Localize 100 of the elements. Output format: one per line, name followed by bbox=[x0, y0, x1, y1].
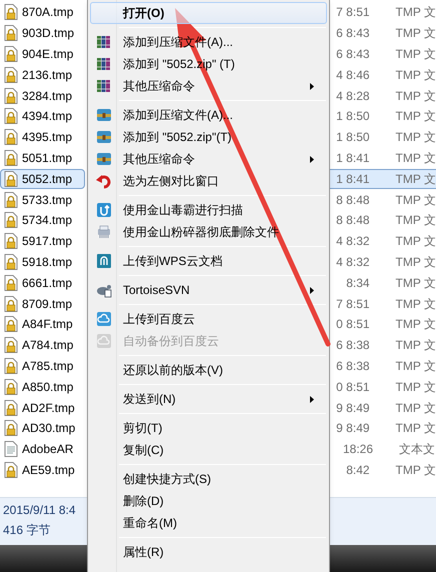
file-type: TMP 文 bbox=[396, 420, 436, 438]
file-name: 8709.tmp bbox=[22, 296, 72, 313]
status-date: 2015/9/11 8:4 bbox=[3, 502, 76, 519]
file-name: 870A.tmp bbox=[22, 4, 74, 22]
archive-box-icon bbox=[96, 107, 112, 123]
file-name: 3284.tmp bbox=[22, 88, 72, 105]
modified-time: 9 8:49 bbox=[335, 420, 370, 438]
locked-file-icon bbox=[4, 337, 18, 354]
file-name-cell[interactable]: 4395.tmp bbox=[0, 127, 85, 148]
modified-time: 6 8:38 bbox=[335, 337, 370, 354]
modified-time: 4 8:46 bbox=[335, 66, 370, 84]
menu-item[interactable]: 其他压缩命令 bbox=[90, 75, 327, 97]
locked-file-icon bbox=[4, 212, 18, 228]
file-name-cell[interactable]: A785.tmp bbox=[0, 356, 85, 376]
menu-item[interactable]: 删除(D) bbox=[90, 490, 327, 512]
file-type: TMP 文 bbox=[396, 129, 436, 146]
modified-time: 8 8:48 bbox=[335, 212, 370, 230]
file-name: 6661.tmp bbox=[22, 274, 72, 292]
file-name-cell[interactable]: A84F.tmp bbox=[0, 314, 85, 334]
file-name: 4394.tmp bbox=[22, 108, 72, 126]
file-type: TMP 文 bbox=[396, 316, 436, 334]
locked-file-icon bbox=[4, 88, 18, 104]
file-name-cell[interactable]: AdobeAR bbox=[0, 439, 85, 460]
file-type: TMP 文 bbox=[396, 108, 436, 126]
menu-item[interactable]: 发送到(N) bbox=[90, 388, 327, 410]
file-name-cell[interactable]: 903D.tmp bbox=[0, 23, 85, 44]
modified-time: 1 8:50 bbox=[335, 108, 370, 126]
file-name-cell[interactable]: 870A.tmp bbox=[0, 2, 85, 22]
menu-item[interactable]: 其他压缩命令 bbox=[90, 148, 327, 170]
file-type: TMP 文 bbox=[396, 274, 436, 292]
file-type: TMP 文 bbox=[396, 462, 436, 479]
file-name: 5051.tmp bbox=[22, 150, 72, 167]
file-name: AD2F.tmp bbox=[22, 400, 75, 417]
menu-item[interactable]: 上传到WPS云文档 bbox=[90, 250, 327, 272]
file-name-cell[interactable]: 3284.tmp bbox=[0, 86, 85, 106]
file-name: AE59.tmp bbox=[22, 462, 75, 479]
file-name-cell[interactable]: A850.tmp bbox=[0, 376, 85, 397]
modified-time: 4 8:28 bbox=[335, 88, 370, 105]
locked-file-icon bbox=[4, 358, 18, 374]
file-type: TMP 文 bbox=[396, 233, 436, 250]
modified-time: 6 8:38 bbox=[335, 358, 370, 375]
file-name-cell[interactable]: 5052.tmp bbox=[0, 168, 85, 189]
menu-item[interactable]: 打开(O) bbox=[90, 2, 327, 24]
modified-time: 6 8:43 bbox=[335, 25, 370, 42]
menu-item[interactable]: 重命名(M) bbox=[90, 512, 327, 534]
file-name-cell[interactable]: 5051.tmp bbox=[0, 148, 85, 168]
file-name-cell[interactable]: 8709.tmp bbox=[0, 294, 85, 314]
books-icon bbox=[96, 34, 112, 50]
locked-file-icon bbox=[4, 274, 18, 291]
modified-time: 8:42 bbox=[345, 462, 370, 479]
locked-file-icon bbox=[4, 462, 18, 478]
file-name: 903D.tmp bbox=[22, 25, 74, 42]
locked-file-icon bbox=[4, 129, 18, 146]
file-name-cell[interactable]: AE59.tmp bbox=[0, 460, 85, 480]
locked-file-icon bbox=[4, 4, 18, 20]
file-type: TMP 文 bbox=[396, 25, 436, 42]
shredder-icon bbox=[96, 224, 112, 240]
file-name-cell[interactable]: 2136.tmp bbox=[0, 64, 85, 85]
modified-time: 1 8:41 bbox=[335, 150, 370, 167]
file-name-cell[interactable]: 5734.tmp bbox=[0, 210, 85, 230]
locked-file-icon bbox=[4, 233, 18, 250]
locked-file-icon bbox=[4, 316, 18, 332]
file-name: 2136.tmp bbox=[22, 66, 72, 84]
cloud-icon bbox=[96, 333, 112, 349]
file-name: 5917.tmp bbox=[22, 233, 72, 250]
file-name-cell[interactable]: 5733.tmp bbox=[0, 190, 85, 210]
submenu-arrow-icon bbox=[310, 156, 314, 162]
file-name-cell[interactable]: 6661.tmp bbox=[0, 272, 85, 293]
menu-item[interactable]: 属性(R) bbox=[90, 541, 327, 563]
menu-item[interactable]: 创建快捷方式(S) bbox=[90, 468, 327, 490]
menu-item[interactable]: 复制(C) bbox=[90, 439, 327, 461]
file-type: TMP 文 bbox=[396, 46, 436, 63]
menu-item[interactable]: 还原以前的版本(V) bbox=[90, 359, 327, 381]
menu-item[interactable]: 添加到 "5052.zip"(T) bbox=[90, 126, 327, 148]
locked-file-icon bbox=[4, 296, 18, 312]
file-name-cell[interactable]: 5917.tmp bbox=[0, 231, 85, 252]
modified-time: 8 8:48 bbox=[335, 192, 370, 209]
file-name-cell[interactable]: AD30.tmp bbox=[0, 418, 85, 438]
locked-file-icon bbox=[4, 420, 18, 436]
menu-item[interactable]: TortoiseSVN bbox=[90, 279, 327, 301]
menu-item[interactable]: 选为左侧对比窗口 bbox=[90, 170, 327, 192]
locked-file-icon bbox=[4, 66, 18, 83]
modified-time: 7 8:51 bbox=[335, 296, 370, 313]
books-icon bbox=[96, 56, 112, 72]
menu-item[interactable]: 剪切(T) bbox=[90, 417, 327, 439]
file-name-cell[interactable]: AD2F.tmp bbox=[0, 398, 85, 418]
file-name-cell[interactable]: 5918.tmp bbox=[0, 252, 85, 272]
file-type: 文本文 bbox=[399, 441, 435, 458]
menu-item[interactable]: 使用金山毒霸进行扫描 bbox=[90, 199, 327, 221]
file-name-cell[interactable]: 904E.tmp bbox=[0, 44, 85, 64]
file-name-cell[interactable]: 4394.tmp bbox=[0, 106, 85, 126]
file-name-cell[interactable]: A784.tmp bbox=[0, 335, 85, 356]
menu-item[interactable]: 上传到百度云 bbox=[90, 308, 327, 330]
archive-box-icon bbox=[96, 129, 112, 145]
file-type: TMP 文 bbox=[396, 192, 436, 209]
file-type: TMP 文 bbox=[396, 4, 436, 22]
file-name: 4395.tmp bbox=[22, 129, 72, 146]
file-name: AD30.tmp bbox=[22, 420, 76, 438]
file-type: TMP 文 bbox=[396, 358, 436, 375]
archive-box-icon bbox=[96, 151, 112, 167]
